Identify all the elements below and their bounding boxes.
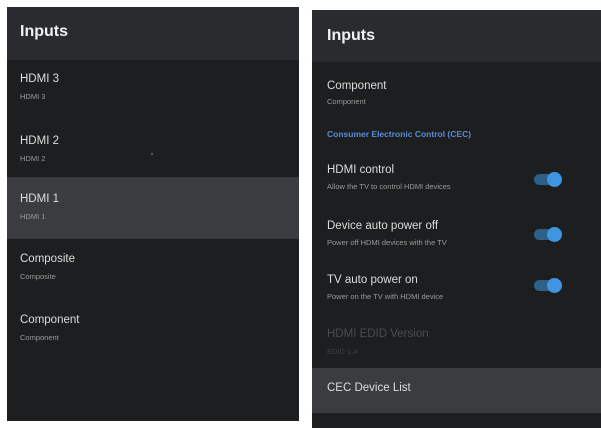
toggle-knob — [547, 278, 562, 293]
input-item-title: Composite — [20, 253, 75, 265]
input-item-subtitle: Composite — [20, 272, 56, 281]
toggle-knob — [547, 172, 562, 187]
hdmi-edid-version-title: HDMI EDID Version — [327, 328, 429, 340]
panel-header: Inputs — [7, 7, 299, 60]
tv-auto-power-on-toggle[interactable] — [534, 278, 562, 293]
focus-dot — [151, 153, 153, 155]
hdmi-control-title: HDMI control — [327, 164, 395, 176]
device-auto-power-off-toggle[interactable] — [534, 227, 562, 242]
input-item-title: HDMI 2 — [20, 135, 59, 147]
hdmi-control-toggle[interactable] — [534, 172, 562, 187]
component-title: Component — [327, 80, 387, 92]
toggle-knob — [547, 227, 562, 242]
panel-header: Inputs — [312, 10, 601, 62]
input-item-title: Component — [20, 314, 80, 326]
input-item-subtitle: HDMI 1 — [20, 212, 46, 221]
tv-auto-power-on-subtitle: Power on the TV with HDMI device — [327, 292, 444, 301]
input-item-subtitle: HDMI 3 — [20, 92, 46, 101]
component-item[interactable]: Component Component — [312, 68, 601, 118]
hdmi-control-subtitle: Allow the TV to control HDMI devices — [327, 182, 451, 191]
input-item-title: HDMI 3 — [20, 73, 59, 85]
cec-settings-panel: Inputs Component Component Consumer Elec… — [312, 10, 601, 428]
input-item-component[interactable]: Component Component — [7, 303, 299, 363]
input-item-title: HDMI 1 — [20, 193, 59, 205]
device-auto-power-off-item[interactable]: Device auto power off Power off HDMI dev… — [312, 211, 601, 261]
device-auto-power-off-title: Device auto power off — [327, 220, 439, 232]
input-item-hdmi-2[interactable]: HDMI 2 HDMI 2 — [7, 122, 299, 182]
input-item-subtitle: HDMI 2 — [20, 154, 46, 163]
device-auto-power-off-subtitle: Power off HDMI devices with the TV — [327, 238, 447, 247]
cec-device-list-item[interactable]: CEC Device List — [312, 368, 601, 413]
input-item-subtitle: Component — [20, 333, 59, 342]
input-item-hdmi-1[interactable]: HDMI 1 HDMI 1 — [7, 177, 299, 239]
cec-section-label: Consumer Electronic Control (CEC) — [327, 129, 472, 139]
input-item-hdmi-3[interactable]: HDMI 3 HDMI 3 — [7, 62, 299, 122]
hdmi-edid-version-item: HDMI EDID Version EDID 1.4 — [312, 320, 601, 368]
component-subtitle: Component — [327, 97, 366, 106]
input-item-composite[interactable]: Composite Composite — [7, 242, 299, 302]
tv-auto-power-on-item[interactable]: TV auto power on Power on the TV with HD… — [312, 266, 601, 316]
inputs-list-panel: Inputs HDMI 3 HDMI 3 HDMI 2 HDMI 2 HDMI … — [7, 7, 299, 421]
hdmi-control-item[interactable]: HDMI control Allow the TV to control HDM… — [312, 156, 601, 206]
cec-device-list-title: CEC Device List — [327, 382, 411, 394]
hdmi-edid-version-subtitle: EDID 1.4 — [327, 347, 358, 356]
tv-auto-power-on-title: TV auto power on — [327, 274, 418, 286]
page-title: Inputs — [327, 27, 375, 44]
page-title: Inputs — [20, 23, 68, 40]
